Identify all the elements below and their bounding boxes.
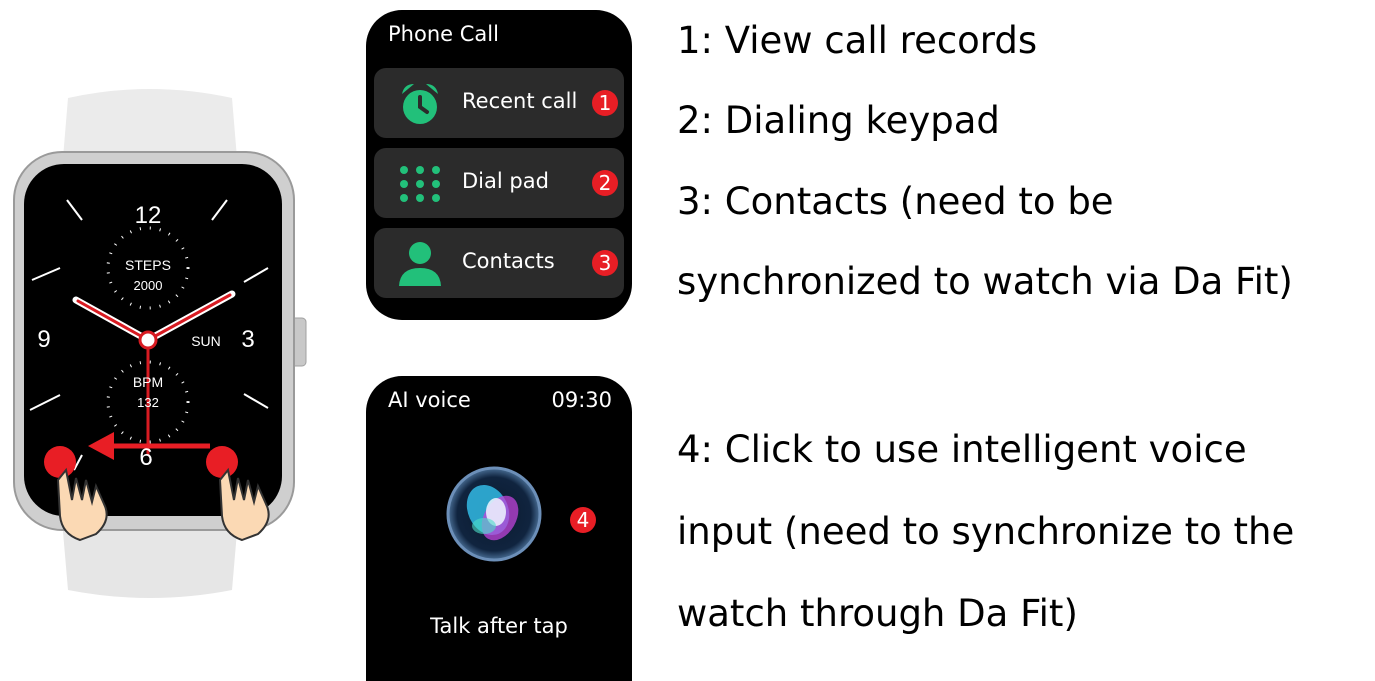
description-line-4c: watch through Da Fit)	[677, 592, 1078, 635]
menu-item-contacts[interactable]: Contacts 3	[374, 228, 624, 298]
day-label: SUN	[191, 333, 221, 349]
step-badge: 4	[570, 507, 596, 533]
clock-time: 09:30	[551, 388, 612, 412]
description-line-4a: 4: Click to use intelligent voice	[677, 428, 1247, 471]
bpm-label: BPM	[132, 374, 164, 390]
screen-title: Phone Call	[388, 22, 499, 46]
alarm-clock-icon	[402, 84, 438, 124]
voice-orb-icon[interactable]	[446, 466, 542, 562]
bpm-value: 132	[137, 395, 159, 410]
description-line-3b: synchronized to watch via Da Fit)	[677, 260, 1293, 303]
hour-9-label: 9	[37, 326, 51, 353]
screen-title: AI voice	[388, 388, 471, 412]
ai-voice-screen: AI voice 09:30 4 Talk after tap	[366, 376, 632, 681]
smartwatch-illustration: 12 9 3 6 STEPS 2000 SUN BPM 132	[0, 0, 340, 681]
contact-person-icon	[399, 242, 441, 286]
description-line-1: 1: View call records	[677, 19, 1038, 62]
step-badge: 2	[592, 170, 618, 196]
steps-label: STEPS	[125, 257, 171, 273]
description-line-4b: input (need to synchronize to the	[677, 510, 1295, 553]
menu-item-label: Contacts	[462, 249, 555, 273]
dial-pad-icon	[400, 166, 440, 202]
step-badge: 1	[592, 90, 618, 116]
menu-item-label: Dial pad	[462, 169, 549, 193]
hour-12-label: 12	[134, 202, 162, 229]
menu-item-label: Recent call	[462, 89, 578, 113]
hour-6-label: 6	[139, 444, 153, 471]
menu-item-recent-call[interactable]: Recent call 1	[374, 68, 624, 138]
phone-call-screen: Phone Call Recent call 1 Dial pad 2 Cont…	[366, 10, 632, 320]
steps-value: 2000	[133, 278, 163, 293]
talk-hint: Talk after tap	[430, 614, 568, 638]
menu-item-dial-pad[interactable]: Dial pad 2	[374, 148, 624, 218]
description-line-3a: 3: Contacts (need to be	[677, 180, 1114, 223]
step-badge: 3	[592, 250, 618, 276]
description-line-2: 2: Dialing keypad	[677, 99, 1000, 142]
hour-3-label: 3	[241, 326, 255, 353]
